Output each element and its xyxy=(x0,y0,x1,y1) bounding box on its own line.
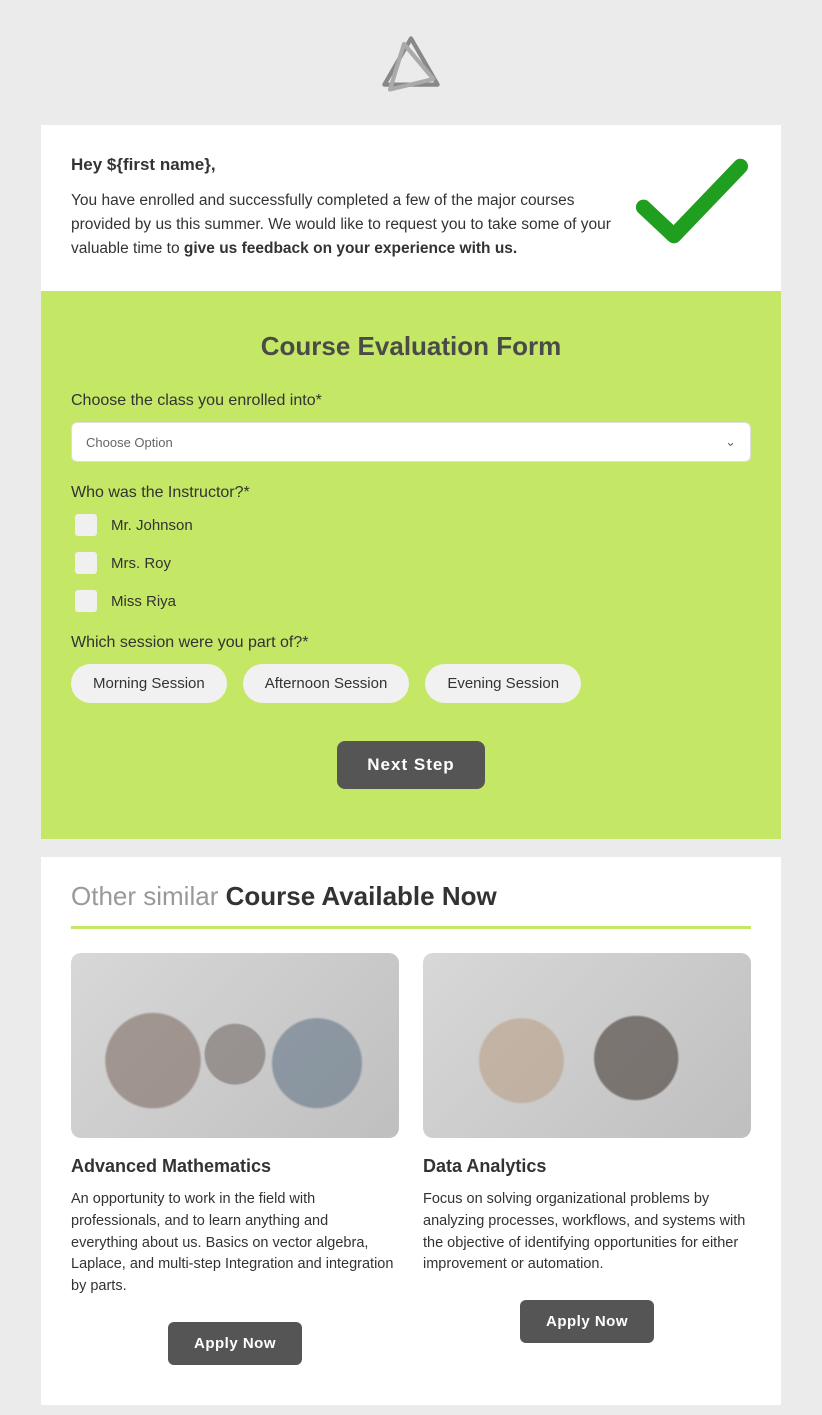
course-card: Data Analytics Focus on solving organiza… xyxy=(423,953,751,1365)
evaluation-form: Course Evaluation Form Choose the class … xyxy=(41,291,781,839)
session-option[interactable]: Morning Session xyxy=(71,664,227,703)
courses-section: Other similar Course Available Now Advan… xyxy=(41,857,781,1405)
instructor-option[interactable]: Miss Riya xyxy=(71,590,751,612)
intro-body-bold: give us feedback on your experience with… xyxy=(184,240,517,257)
checkbox-icon[interactable] xyxy=(75,590,97,612)
class-select-placeholder: Choose Option xyxy=(86,435,173,450)
course-description: Focus on solving organizational problems… xyxy=(423,1189,751,1276)
class-select[interactable]: Choose Option ⌄ xyxy=(71,422,751,462)
email-container: Hey ${first name}, You have enrolled and… xyxy=(41,0,781,1405)
instructor-question-label: Who was the Instructor?* xyxy=(71,484,751,502)
intro-body: You have enrolled and successfully compl… xyxy=(71,189,611,261)
session-option[interactable]: Afternoon Session xyxy=(243,664,410,703)
instructor-label: Mrs. Roy xyxy=(111,555,171,572)
course-image xyxy=(423,953,751,1138)
courses-heading: Other similar Course Available Now xyxy=(71,881,751,912)
triangle-logo-icon xyxy=(376,87,446,104)
session-question-label: Which session were you part of?* xyxy=(71,634,751,652)
intro-card: Hey ${first name}, You have enrolled and… xyxy=(41,125,781,291)
course-image xyxy=(71,953,399,1138)
course-description: An opportunity to work in the field with… xyxy=(71,1189,399,1298)
checkmark-icon xyxy=(631,155,751,250)
apply-now-button[interactable]: Apply Now xyxy=(168,1322,302,1365)
course-card: Advanced Mathematics An opportunity to w… xyxy=(71,953,399,1365)
divider xyxy=(71,926,751,929)
course-title: Data Analytics xyxy=(423,1156,751,1177)
courses-heading-light: Other similar xyxy=(71,881,226,911)
next-button-wrap: Next Step xyxy=(71,741,751,789)
course-grid: Advanced Mathematics An opportunity to w… xyxy=(71,953,751,1365)
chevron-down-icon: ⌄ xyxy=(725,434,736,450)
instructor-option[interactable]: Mr. Johnson xyxy=(71,514,751,536)
course-title: Advanced Mathematics xyxy=(71,1156,399,1177)
greeting: Hey ${first name}, xyxy=(71,155,611,175)
logo-section xyxy=(41,0,781,125)
next-step-button[interactable]: Next Step xyxy=(337,741,484,789)
instructor-label: Miss Riya xyxy=(111,593,176,610)
instructor-label: Mr. Johnson xyxy=(111,517,193,534)
checkbox-icon[interactable] xyxy=(75,514,97,536)
instructor-checkbox-list: Mr. Johnson Mrs. Roy Miss Riya xyxy=(71,514,751,612)
form-title: Course Evaluation Form xyxy=(71,331,751,362)
checkbox-icon[interactable] xyxy=(75,552,97,574)
intro-text: Hey ${first name}, You have enrolled and… xyxy=(71,155,611,261)
session-pills: Morning Session Afternoon Session Evenin… xyxy=(71,664,751,703)
courses-heading-bold: Course Available Now xyxy=(226,881,497,911)
class-question-label: Choose the class you enrolled into* xyxy=(71,392,751,410)
session-option[interactable]: Evening Session xyxy=(425,664,581,703)
apply-now-button[interactable]: Apply Now xyxy=(520,1300,654,1343)
instructor-option[interactable]: Mrs. Roy xyxy=(71,552,751,574)
